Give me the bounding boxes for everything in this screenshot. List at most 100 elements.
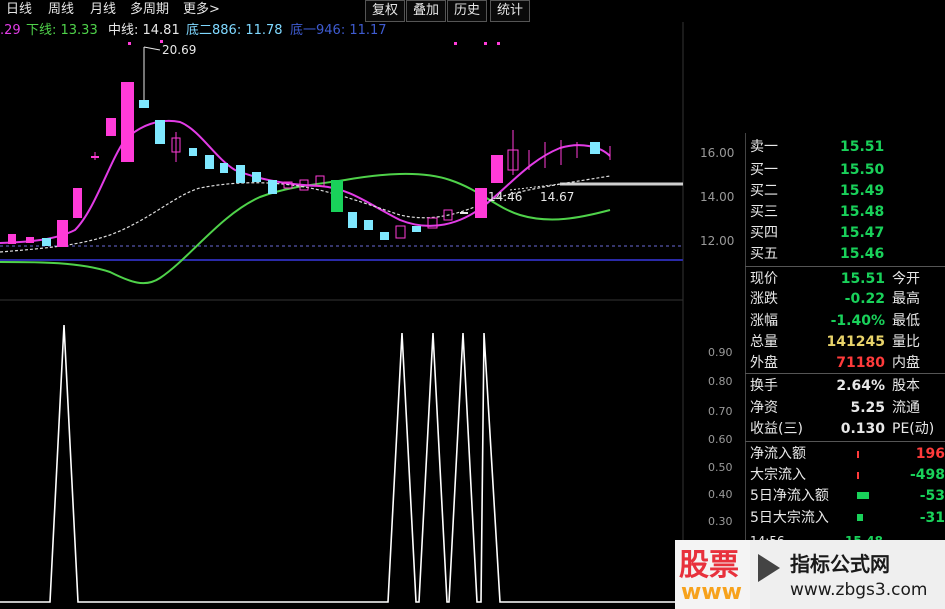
capital-flow-value: -31 bbox=[919, 510, 945, 526]
candle bbox=[252, 172, 261, 182]
quote-label: 涨跌 bbox=[750, 291, 778, 307]
quote-row: 总量 141245 量比 bbox=[745, 331, 945, 353]
order-book-label: 买四 bbox=[750, 225, 778, 241]
capital-flow-row: 5日净流入额 -53 bbox=[745, 485, 945, 507]
signal-indicator-line bbox=[0, 324, 683, 603]
indicator-axis-label: 0.70 bbox=[708, 405, 733, 418]
candle bbox=[331, 180, 343, 212]
quote-row: 现价 15.51 今开 bbox=[745, 268, 945, 290]
indicator-axis-label: 0.50 bbox=[708, 461, 733, 474]
indicator-axis-label: 0.30 bbox=[708, 515, 733, 528]
high-marker-line bbox=[143, 46, 161, 51]
fundamental-row: 换手 2.64% 股本 bbox=[745, 375, 945, 397]
watermark-right: 指标公式网 www.zbgs3.com bbox=[750, 540, 945, 609]
candle bbox=[348, 212, 357, 228]
quote-value: 15.51 bbox=[840, 271, 885, 287]
magenta-ma-line bbox=[0, 120, 611, 244]
indicator-axis-label: 0.40 bbox=[708, 488, 733, 501]
fundamental-label: 收益(三) bbox=[750, 421, 803, 437]
watermark-arrow-icon bbox=[758, 554, 780, 582]
quote-label-secondary: 内盘 bbox=[892, 355, 920, 371]
candle bbox=[91, 156, 99, 158]
candle bbox=[42, 238, 51, 246]
order-book-label: 买三 bbox=[750, 204, 778, 220]
indicator-axis-label: 0.60 bbox=[708, 433, 733, 446]
candle bbox=[26, 237, 34, 243]
order-book-row: 买五 15.46 bbox=[745, 243, 945, 265]
quote-label: 涨幅 bbox=[750, 313, 778, 329]
order-book-value: 15.48 bbox=[840, 204, 885, 220]
candle bbox=[395, 225, 406, 239]
price-axis-label: 16.00 bbox=[700, 146, 735, 160]
watermark-right-url: www.zbgs3.com bbox=[790, 580, 928, 600]
candle bbox=[236, 165, 245, 183]
capital-flow-row: 大宗流入 -498 bbox=[745, 464, 945, 486]
price-label-left: 14.46 bbox=[488, 190, 523, 204]
quote-value: 71180 bbox=[836, 355, 885, 371]
candle bbox=[590, 142, 600, 154]
capital-flow-label: 大宗流入 bbox=[750, 467, 806, 483]
candle bbox=[220, 163, 228, 173]
candle bbox=[155, 120, 165, 144]
watermark-left: 股票 www bbox=[675, 540, 750, 609]
quote-label: 总量 bbox=[750, 334, 778, 350]
order-book-label: 卖一 bbox=[750, 139, 778, 155]
order-book-row: 买三 15.48 bbox=[745, 201, 945, 223]
capital-flow-label: 5日净流入额 bbox=[750, 488, 829, 504]
fundamental-label-secondary: 股本 bbox=[892, 378, 920, 394]
capital-flow-value: 196 bbox=[915, 446, 945, 462]
order-book-label: 买二 bbox=[750, 183, 778, 199]
quote-value: -0.22 bbox=[844, 291, 885, 307]
quote-label-secondary: 最低 bbox=[892, 313, 920, 329]
quote-value: 141245 bbox=[826, 334, 885, 350]
capital-flow-label: 5日大宗流入 bbox=[750, 510, 829, 526]
capital-flow-label: 净流入额 bbox=[750, 446, 806, 462]
watermark-left-subtitle: www bbox=[681, 580, 742, 605]
capital-flow-bar bbox=[857, 451, 859, 458]
candle bbox=[57, 220, 68, 247]
capital-flow-value: -53 bbox=[919, 488, 945, 504]
candles bbox=[8, 47, 611, 247]
fundamental-row: 净资 5.25 流通 bbox=[745, 397, 945, 419]
order-book-value: 15.50 bbox=[840, 162, 885, 178]
order-book-row: 买四 15.47 bbox=[745, 222, 945, 244]
price-axis-label: 12.00 bbox=[700, 234, 735, 248]
order-book-value: 15.46 bbox=[840, 246, 885, 262]
order-book-label: 买一 bbox=[750, 162, 778, 178]
order-book-row: 买二 15.49 bbox=[745, 180, 945, 202]
capital-flow-bar bbox=[857, 472, 859, 479]
order-book-value: 15.51 bbox=[840, 139, 885, 155]
watermark-left-title: 股票 bbox=[679, 548, 739, 583]
fundamental-label: 净资 bbox=[750, 400, 778, 416]
fundamental-value: 0.130 bbox=[840, 421, 885, 437]
quote-row: 外盘 71180 内盘 bbox=[745, 352, 945, 374]
quote-label-secondary: 量比 bbox=[892, 334, 920, 350]
candle bbox=[121, 82, 134, 162]
panel-divider bbox=[745, 266, 945, 267]
fundamental-label: 换手 bbox=[750, 378, 778, 394]
high-price-label: 20.69 bbox=[162, 43, 197, 57]
quote-row: 涨跌 -0.22 最高 bbox=[745, 288, 945, 310]
order-book-row: 卖一 15.51 bbox=[745, 136, 945, 158]
candle bbox=[491, 155, 503, 183]
price-axis-label: 14.00 bbox=[700, 190, 735, 204]
capital-flow-value: -498 bbox=[909, 467, 945, 483]
fundamental-value: 5.25 bbox=[850, 400, 885, 416]
candle bbox=[268, 180, 277, 194]
quote-label: 外盘 bbox=[750, 355, 778, 371]
fundamental-value: 2.64% bbox=[836, 378, 885, 394]
panel-divider bbox=[745, 373, 945, 374]
candle bbox=[412, 226, 421, 232]
quote-label: 现价 bbox=[750, 271, 778, 287]
candle bbox=[380, 232, 389, 240]
candle bbox=[106, 118, 116, 136]
order-book-row: 买一 15.50 bbox=[745, 159, 945, 181]
watermark-right-title: 指标公式网 bbox=[790, 552, 890, 576]
capital-flow-row: 5日大宗流入 -31 bbox=[745, 507, 945, 529]
candle bbox=[73, 188, 82, 218]
capital-flow-bar bbox=[857, 514, 863, 521]
candle bbox=[475, 188, 487, 218]
capital-flow-row: 净流入额 196 bbox=[745, 443, 945, 465]
quote-label-secondary: 最高 bbox=[892, 291, 920, 307]
quote-row: 涨幅 -1.40% 最低 bbox=[745, 310, 945, 332]
